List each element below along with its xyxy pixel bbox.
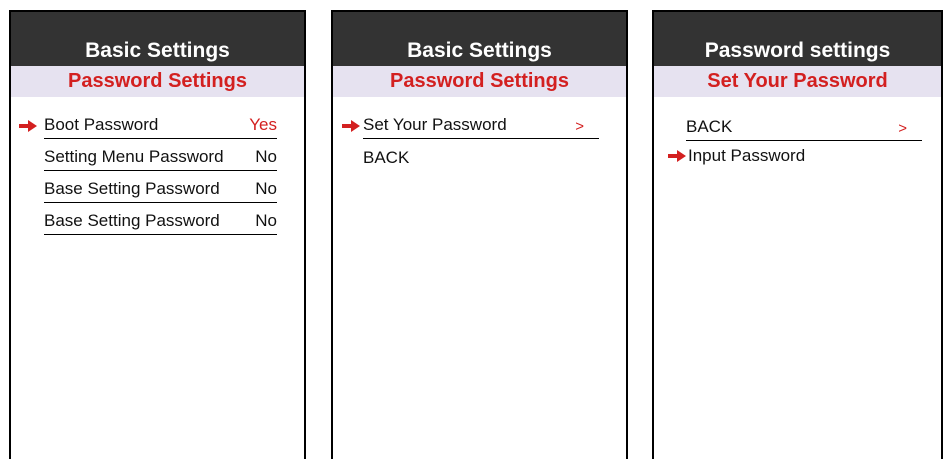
menu-item-label: BACK xyxy=(363,148,410,167)
right-arrow-icon xyxy=(342,120,360,132)
menu-item-label: Base Setting Password xyxy=(44,211,220,230)
screen-header: Basic Settings xyxy=(333,12,626,66)
screen-basic-settings-password: Basic Settings Password Settings Boot Pa… xyxy=(9,10,306,459)
menu-item-label: BACK xyxy=(686,117,733,136)
menu-item-value: No xyxy=(255,211,277,230)
menu-item-label: Set Your Password xyxy=(363,115,507,134)
menu-item-set-your-password[interactable]: Set Your Password > xyxy=(363,109,599,139)
chevron-right-icon: > xyxy=(898,120,907,137)
screen-password-settings: Password settings Set Your Password BACK… xyxy=(652,10,943,459)
menu-item-boot-password[interactable]: Boot Password Yes xyxy=(44,109,277,139)
menu-item-label: Base Setting Password xyxy=(44,179,220,198)
menu-item-value: No xyxy=(255,147,277,166)
screen-basic-settings-set-password: Basic Settings Password Settings Set You… xyxy=(331,10,628,459)
menu-item-base-setting-password[interactable]: Base Setting Password No xyxy=(44,173,277,203)
menu-item-value: No xyxy=(255,179,277,198)
right-arrow-icon xyxy=(668,150,686,162)
menu-item-base-setting-password-2[interactable]: Base Setting Password No xyxy=(44,205,277,235)
chevron-right-icon: > xyxy=(575,118,584,135)
menu-item-value: Yes xyxy=(249,115,277,134)
menu-item-label: Input Password xyxy=(688,146,806,165)
screen-header: Password settings xyxy=(654,12,941,66)
screen-subheader: Set Your Password xyxy=(654,66,941,97)
screen-subheader: Password Settings xyxy=(11,66,304,97)
screen-subheader: Password Settings xyxy=(333,66,626,97)
screen-header: Basic Settings xyxy=(11,12,304,66)
menu-item-label: Boot Password xyxy=(44,115,159,134)
menu-item-back[interactable]: BACK > xyxy=(686,111,922,141)
menu-item-setting-menu-password[interactable]: Setting Menu Password No xyxy=(44,141,277,171)
menu-item-back[interactable]: BACK xyxy=(363,141,599,171)
menu-item-label: Setting Menu Password xyxy=(44,147,224,166)
right-arrow-icon xyxy=(19,120,37,132)
menu-item-input-password[interactable]: Input Password xyxy=(688,139,924,169)
